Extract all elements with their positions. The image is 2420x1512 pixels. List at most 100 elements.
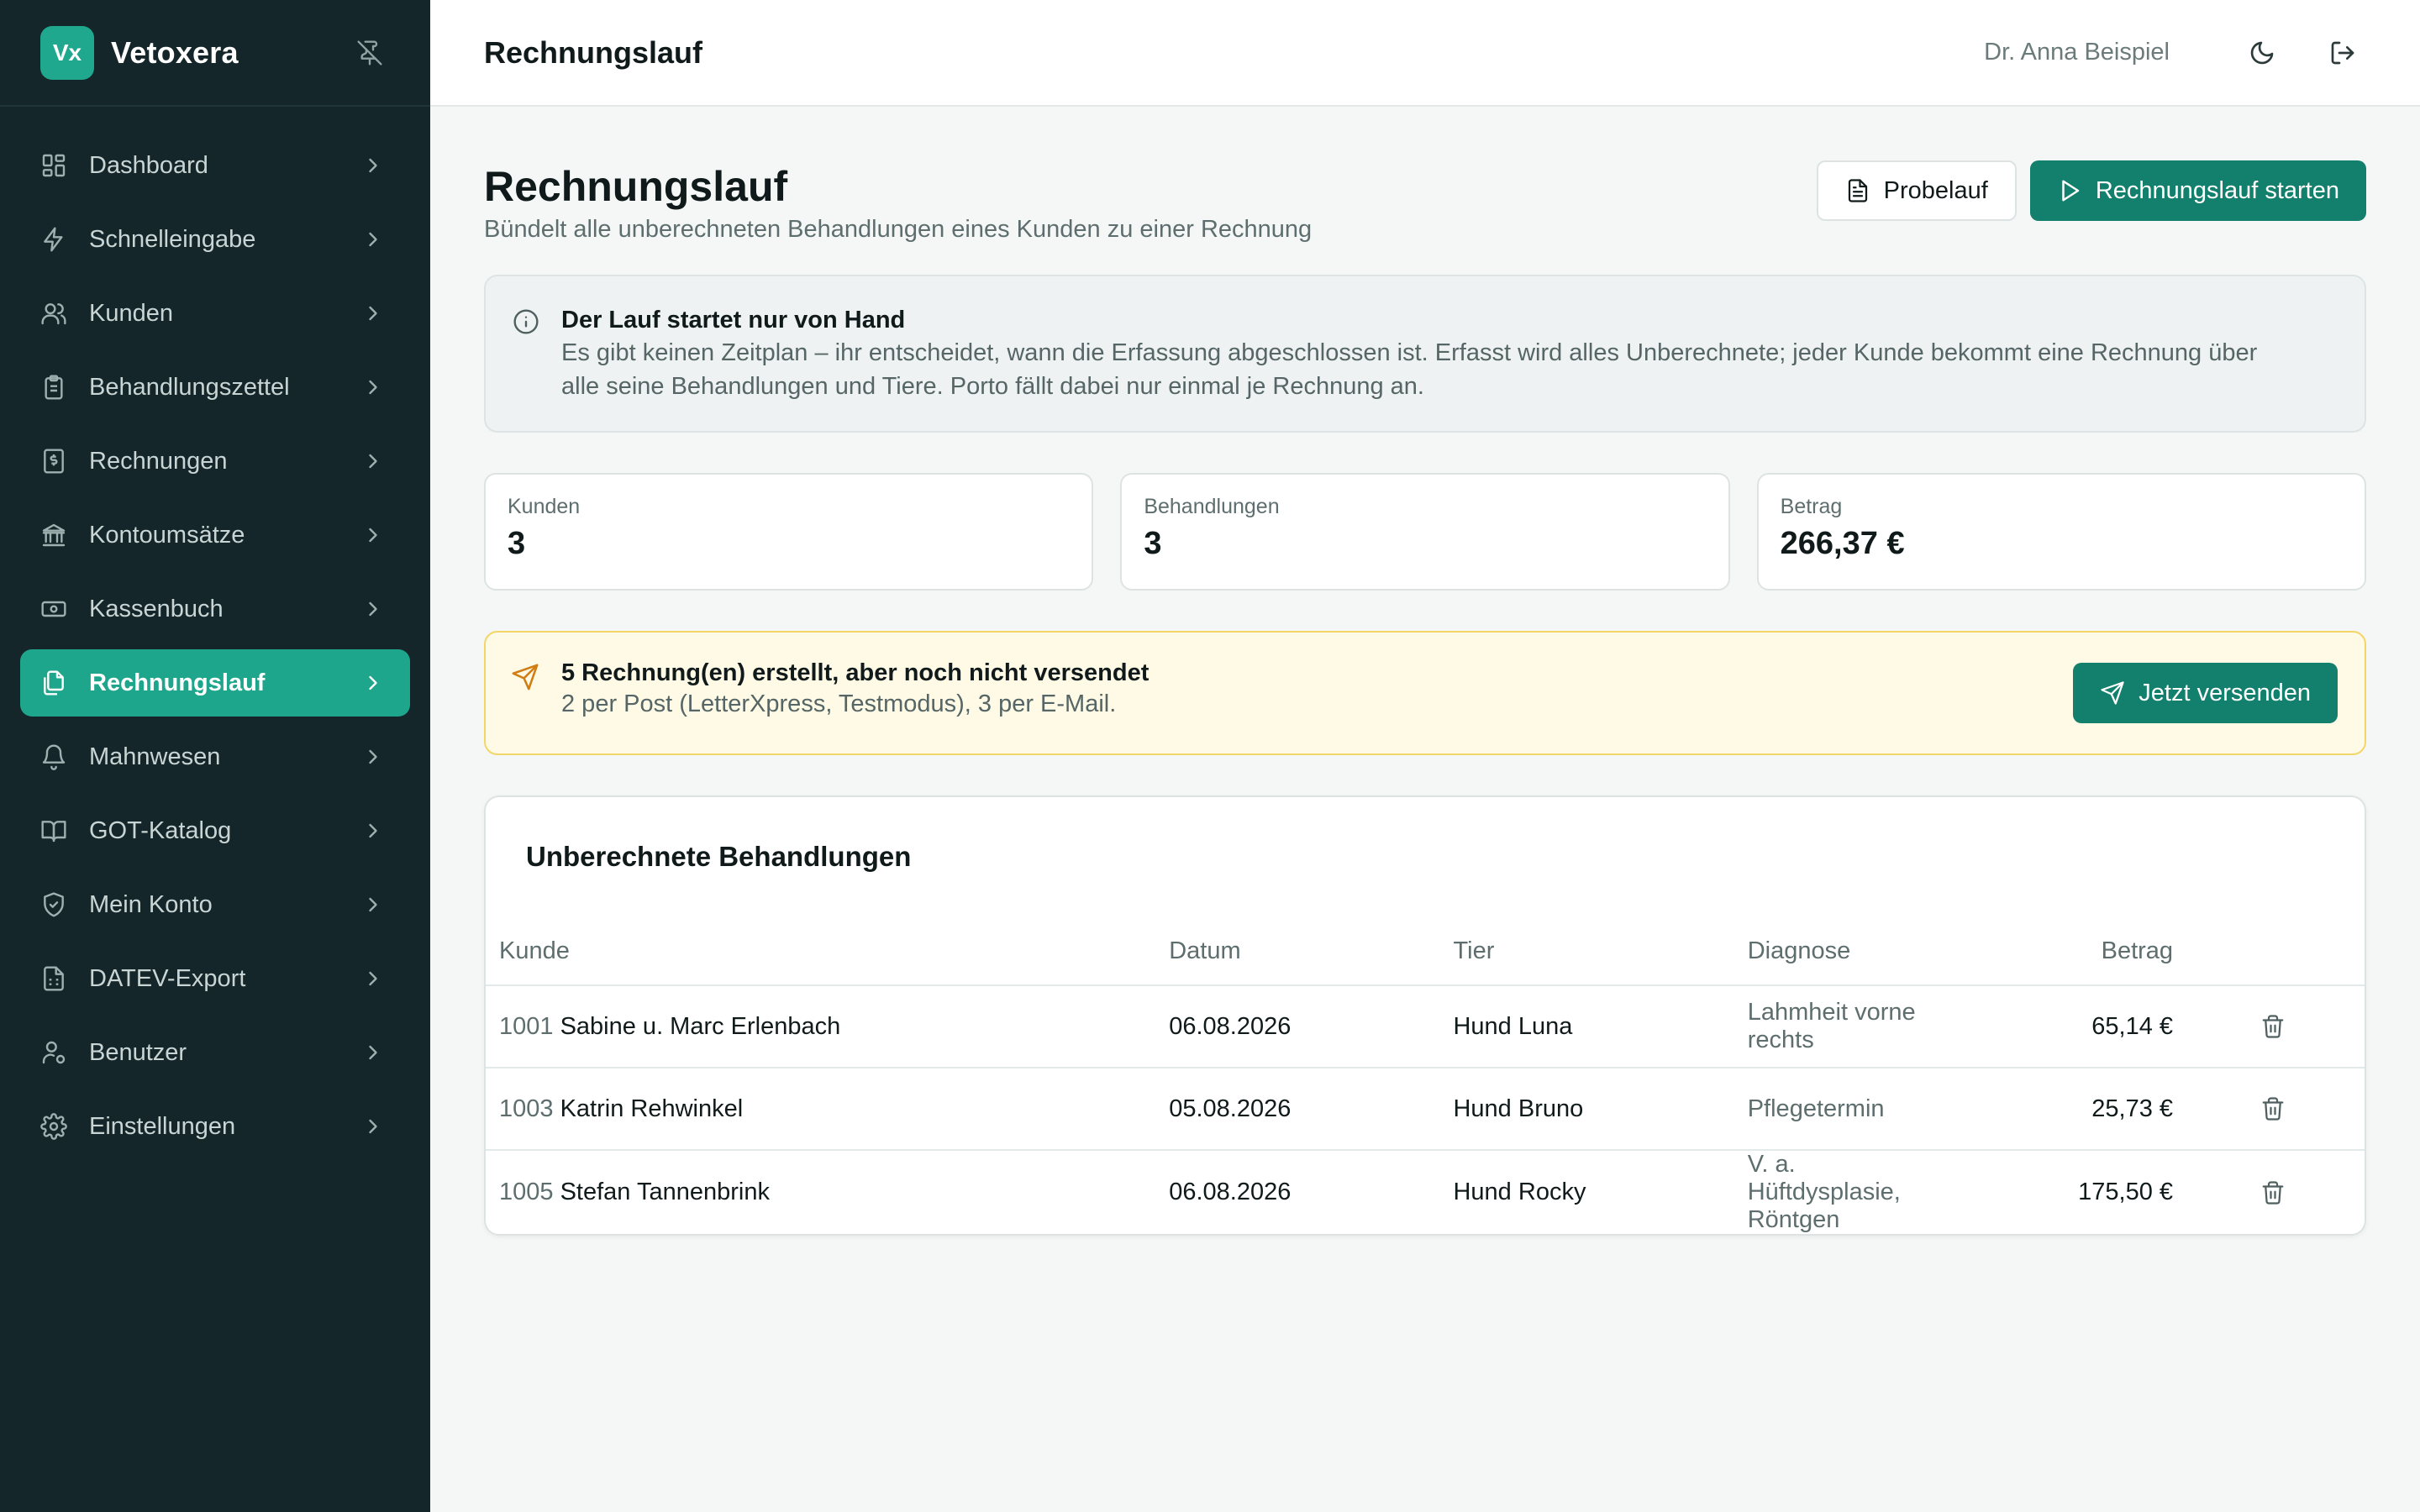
sidebar-item-label: DATEV-Export [89,964,246,992]
sidebar-item-mahnwesen[interactable]: Mahnwesen [20,723,410,790]
send-now-button[interactable]: Jetzt versenden [2073,663,2338,723]
sidebar-item-datev-export[interactable]: DATEV-Export [20,945,410,1012]
probelauf-button[interactable]: Probelauf [1816,160,2017,221]
sidebar-item-rechnungslauf[interactable]: Rechnungslauf [20,649,410,717]
sidebar-item-kassenbuch[interactable]: Kassenbuch [20,575,410,643]
stats-row: Kunden 3 Behandlungen 3 Betrag 266,37 € [484,473,2366,591]
topbar-title: Rechnungslauf [484,34,703,70]
customer-id: 1003 [499,1095,554,1122]
unpin-sidebar-icon[interactable] [350,33,390,73]
info-box: Der Lauf startet nur von Hand Es gibt ke… [484,275,2366,433]
table-row[interactable]: 1001 Sabine u. Marc Erlenbach 06.08.2026… [486,985,2365,1068]
cell-betrag: 65,14 € [1931,985,2174,1068]
table-row[interactable]: 1005 Stefan Tannenbrink 06.08.2026 Hund … [486,1150,2365,1234]
sidebar-nav: Dashboard Schnelleingabe Kunden Behandlu… [0,107,430,1160]
trash-icon[interactable] [2260,1014,2286,1039]
card-title: Unberechnete Behandlungen [526,841,912,872]
customer-name: Sabine u. Marc Erlenbach [560,1012,841,1040]
logout-button[interactable] [2319,29,2366,76]
cell-diagnose: V. a. Hüftdysplasie, Röntgen [1747,1151,1901,1233]
cell-kunde: 1005 Stefan Tannenbrink [486,1150,1169,1234]
cell-betrag: 25,73 € [1931,1068,2174,1151]
stat-card-kunden: Kunden 3 [484,473,1094,591]
cell-datum: 06.08.2026 [1169,1179,1292,1205]
sidebar-item-kunden[interactable]: Kunden [20,280,410,347]
cell-kunde: 1001 Sabine u. Marc Erlenbach [486,985,1170,1068]
book-icon [41,821,66,843]
stat-card-behandlungen: Behandlungen 3 [1120,473,1730,591]
bank-icon [42,523,66,547]
table-row[interactable]: 1003 Katrin Rehwinkel 05.08.2026 Hund Br… [486,1068,2365,1151]
spreadsheet-icon [44,966,64,991]
column-header-betrag[interactable]: Betrag [1931,911,2174,986]
sidebar-item-benutzer[interactable]: Benutzer [20,1019,410,1086]
chevron-right-icon [369,897,377,912]
sidebar-item-dashboard[interactable]: Dashboard [20,132,410,199]
chevron-right-icon [369,1045,377,1060]
stat-label: Kunden [508,495,581,518]
cell-datum: 06.08.2026 [1169,985,1454,1068]
user-gear-icon [42,1041,66,1064]
sidebar-item-kontoumsaetze[interactable]: Kontoumsätze [20,501,410,569]
unsent-invoices-notice: 5 Rechnung(en) erstellt, aber noch nicht… [484,631,2366,755]
sidebar-item-label: Kassenbuch [89,595,224,622]
logout-icon [2331,41,2354,64]
app-logo[interactable]: Vx [40,25,94,80]
table-header-row: Kunde Datum Tier Diagnose Betrag [486,911,2365,986]
cell-actions [2173,985,2365,1068]
play-icon [2062,180,2080,202]
chevron-right-icon [369,454,377,469]
cell-diagnose: Lahmheit vorne rechts [1747,985,1932,1068]
column-header-tier[interactable]: Tier [1453,911,1748,986]
sidebar-item-label: Kontoumsätze [89,521,245,549]
chevron-right-icon [369,1119,377,1134]
send-icon [2101,681,2124,705]
customer-name: Katrin Rehwinkel [560,1095,744,1122]
sidebar-item-einstellungen[interactable]: Einstellungen [20,1093,410,1160]
trash-icon[interactable] [2260,1096,2286,1121]
sidebar-item-label: Mahnwesen [89,743,221,770]
documents-icon [44,670,64,696]
column-header-datum[interactable]: Datum [1169,911,1454,986]
column-header-diagnose[interactable]: Diagnose [1747,911,1932,986]
bell-icon [42,744,66,770]
cell-actions [2173,1068,2365,1151]
probelauf-label: Probelauf [1883,176,1988,204]
page-title: Rechnungslauf [484,163,788,210]
chevron-right-icon [369,528,377,543]
sidebar-item-rechnungen[interactable]: Rechnungen [20,428,410,495]
sidebar-item-label: Dashboard [89,151,208,179]
document-icon [1848,179,1867,202]
stat-label: Betrag [1780,495,1843,518]
trash-icon[interactable] [2260,1180,2286,1205]
cell-betrag: 175,50 € [2078,1179,2174,1205]
sidebar-item-behandlungszettel[interactable]: Behandlungszettel [20,354,410,421]
header-actions: Probelauf Rechnungslauf starten [1816,160,2366,221]
sidebar-item-schnelleingabe[interactable]: Schnelleingabe [20,206,410,273]
chevron-right-icon [369,232,377,247]
cell-kunde: 1003 Katrin Rehwinkel [486,1068,1170,1151]
column-header-kunde[interactable]: Kunde [486,911,1170,986]
cell-tier: Hund Luna [1453,985,1748,1068]
user-name[interactable]: Dr. Anna Beispiel [1984,39,2170,66]
sidebar-item-mein-konto[interactable]: Mein Konto [20,871,410,938]
cell-tier: Hund Bruno [1453,1068,1748,1151]
dark-mode-toggle[interactable] [2238,29,2286,76]
sidebar-item-label: Benutzer [89,1038,187,1066]
cell-tier: Hund Rocky [1453,1179,1586,1205]
chevron-right-icon [369,675,377,690]
sidebar-item-label: Einstellungen [89,1112,236,1140]
stat-label: Behandlungen [1144,495,1280,518]
stat-value: 3 [508,526,526,561]
chevron-right-icon [369,158,377,173]
send-icon [512,664,539,690]
chevron-right-icon [369,380,377,395]
sidebar-item-got-katalog[interactable]: GOT-Katalog [20,797,410,864]
users-icon [41,303,66,325]
send-now-label: Jetzt versenden [2139,679,2311,706]
sidebar-item-label: Schnelleingabe [89,225,256,253]
app-name: Vetoxera [111,34,239,70]
start-rechnungslauf-button[interactable]: Rechnungslauf starten [2029,160,2366,221]
brand: Vx Vetoxera [0,0,430,107]
chevron-right-icon [369,971,377,986]
